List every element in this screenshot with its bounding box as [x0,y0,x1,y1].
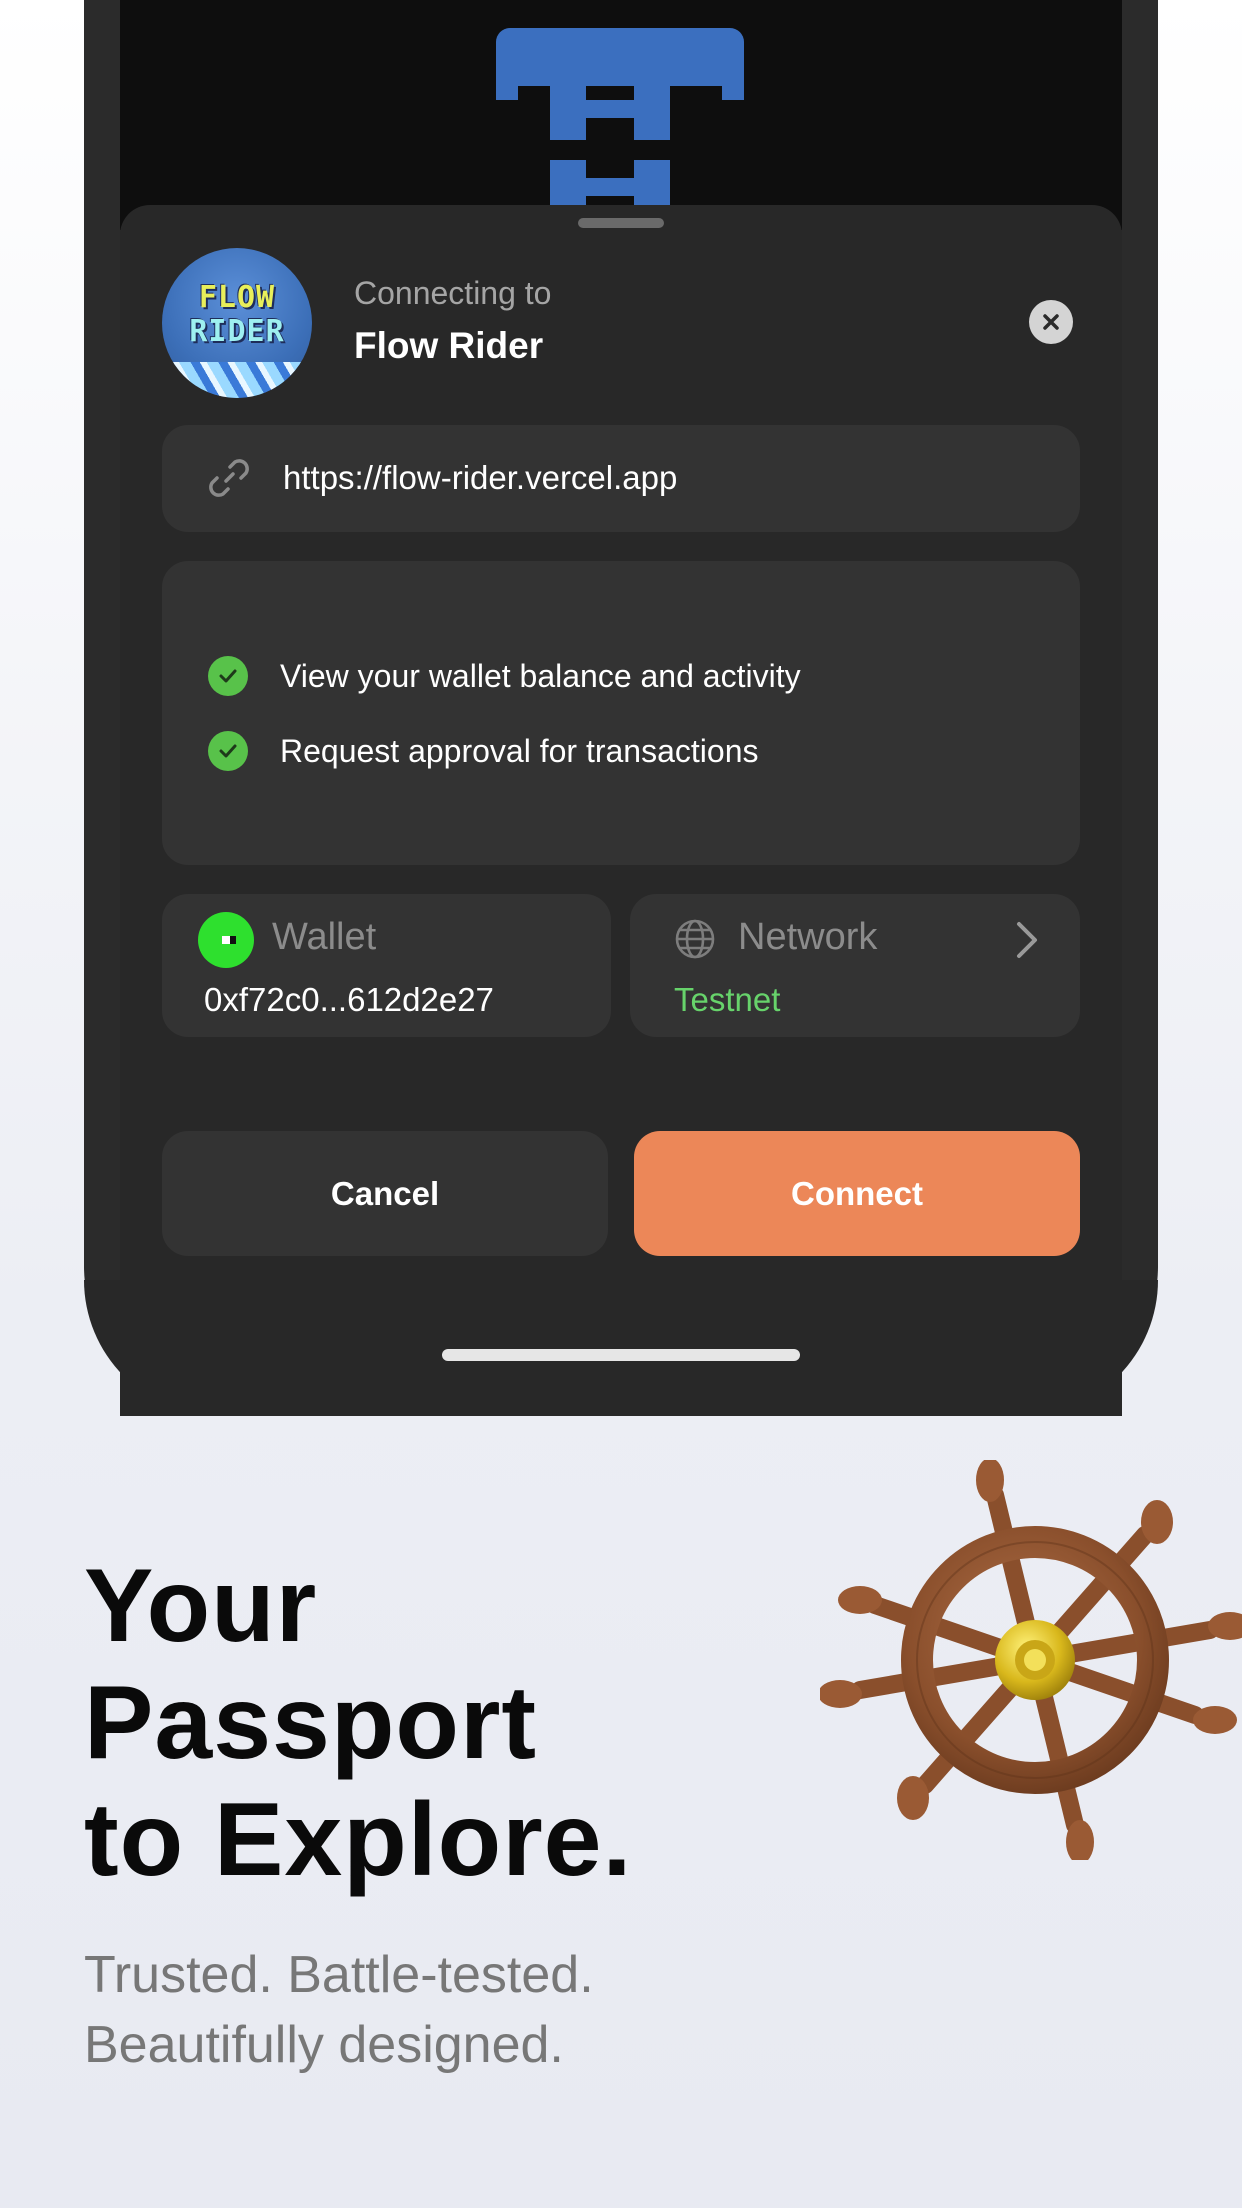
game-logo-graphic [496,28,744,230]
chevron-right-icon [1017,922,1037,958]
headline-line: to Explore. [84,1782,633,1898]
permission-item: View your wallet balance and activity [208,656,801,696]
app-logo-ice [172,362,302,398]
sheet-grabber[interactable] [578,218,664,228]
app-logo-line-2: RIDER [189,314,285,349]
headline-line: Your [84,1548,318,1664]
promo-subtitle: Trusted. Battle-tested. Beautifully desi… [84,1940,594,2080]
wallet-icon [198,912,254,968]
subtitle-line: Trusted. Battle-tested. [84,1946,594,2004]
cancel-button[interactable]: Cancel [162,1131,608,1256]
close-icon [1043,314,1059,330]
url-card: https://flow-rider.vercel.app [162,425,1080,532]
network-value: Testnet [674,981,781,1018]
network-card[interactable]: Network Testnet [630,894,1080,1037]
home-indicator[interactable] [442,1349,800,1361]
wallet-label: Wallet [272,916,377,958]
ship-wheel-icon [820,1460,1242,1860]
app-avatar: FLOW RIDER [162,248,312,398]
dapp-background [120,0,1122,230]
permissions-card: View your wallet balance and activity Re… [162,561,1080,865]
app-title: Flow Rider [354,325,544,366]
check-icon [208,731,248,771]
subtitle-line: Beautifully designed. [84,2016,564,2074]
permission-text: View your wallet balance and activity [280,657,801,694]
link-icon [209,459,249,497]
promo-headline: Your Passport to Explore. [84,1548,632,1899]
globe-icon [675,919,715,959]
connect-button[interactable]: Connect [634,1131,1080,1256]
check-icon [208,656,248,696]
permission-item: Request approval for transactions [208,731,758,771]
app-logo-line-1: FLOW [198,280,276,315]
wallet-card[interactable]: Wallet 0xf72c0...612d2e27 [162,894,611,1037]
headline-line: Passport [84,1665,538,1781]
network-label: Network [738,916,878,958]
connecting-label: Connecting to [354,275,552,311]
permission-text: Request approval for transactions [280,732,759,769]
wallet-address: 0xf72c0...612d2e27 [204,981,494,1018]
close-button[interactable] [1029,300,1073,344]
dapp-url: https://flow-rider.vercel.app [283,459,678,496]
